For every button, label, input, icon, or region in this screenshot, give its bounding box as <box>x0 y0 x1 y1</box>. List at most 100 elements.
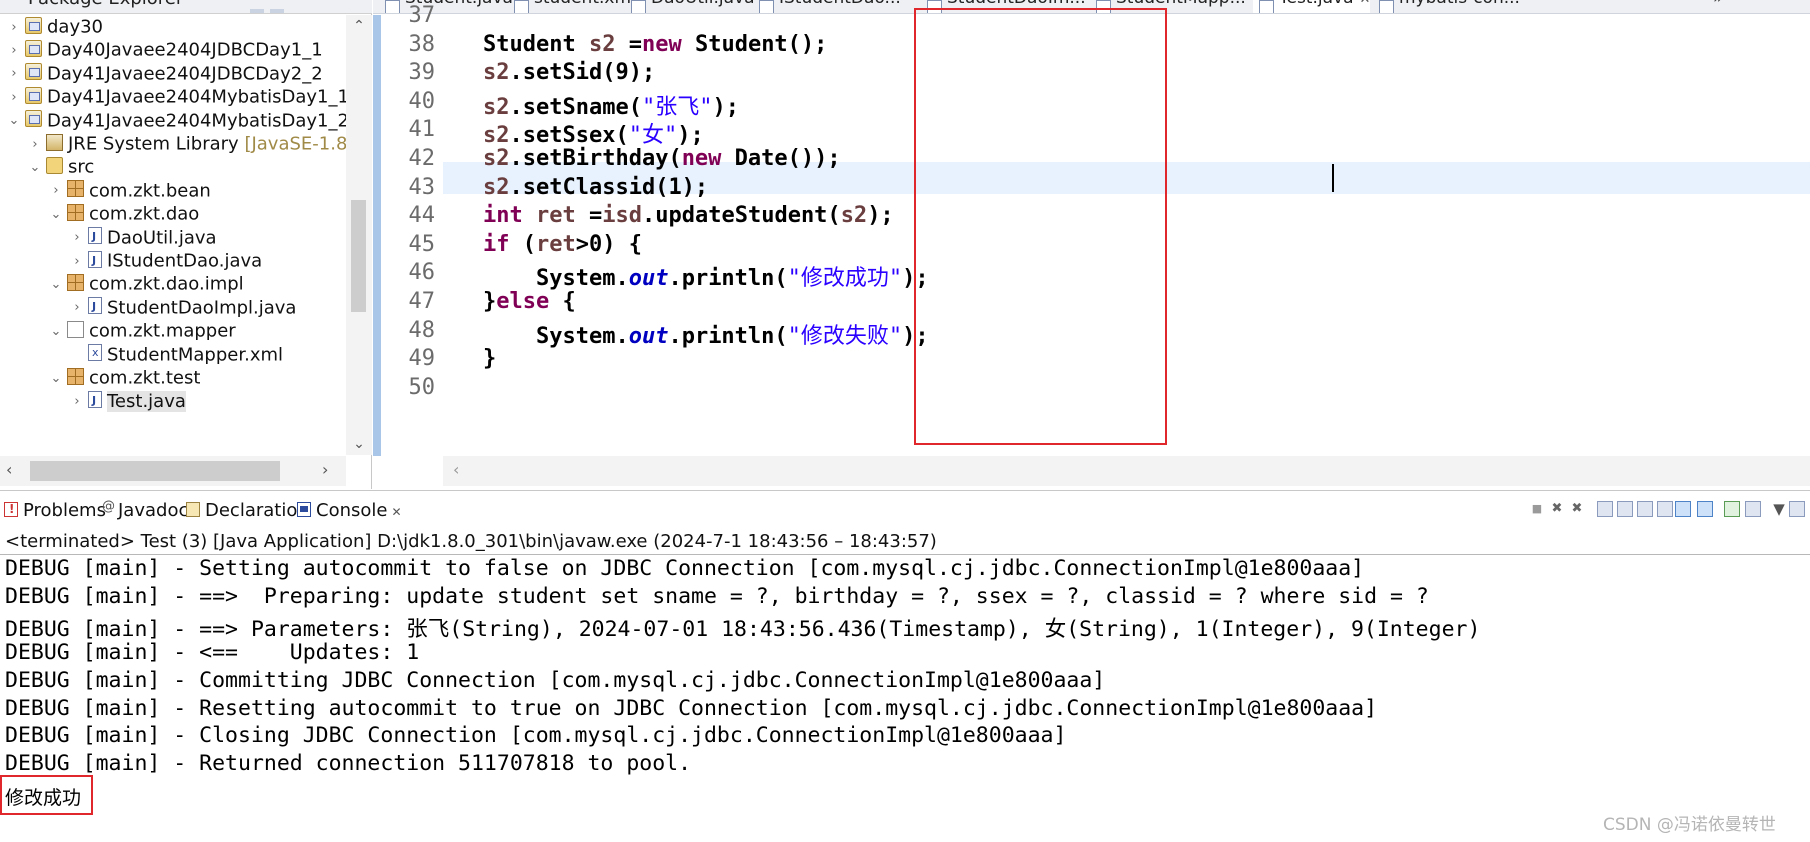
result-annotation-box <box>0 775 93 815</box>
keyword-token: new <box>641 31 682 57</box>
show-on-error-icon[interactable] <box>1657 501 1673 517</box>
line-number: 47 <box>408 289 436 314</box>
field-token: out <box>628 323 669 349</box>
console-view-tab[interactable]: Javadoc <box>102 495 189 523</box>
line-number: 45 <box>408 231 436 257</box>
code-token: Student(); <box>681 31 828 57</box>
package-explorer-close-icon[interactable]: ✕ <box>176 0 187 5</box>
view-menu-icon[interactable] <box>1745 501 1761 517</box>
code-token: .setSsex( <box>509 123 629 149</box>
line-number: 48 <box>408 317 436 343</box>
variable-token: s2 <box>483 146 510 171</box>
console-launch-status: <terminated> Test (3) [Java Application]… <box>0 529 1810 555</box>
code-token: .println( <box>668 323 788 349</box>
code-token: .println( <box>668 266 788 292</box>
editor-tab-label: mybatis-con... <box>1399 0 1520 8</box>
line-number: 37 <box>408 3 436 28</box>
scroll-up-icon[interactable]: ⌃ <box>346 15 372 37</box>
console-view-tab[interactable]: Console ✕ <box>297 499 402 523</box>
maximize-icon[interactable] <box>1789 501 1805 517</box>
keyword-token: new <box>681 146 722 171</box>
editor-tab[interactable]: IStudentDao... <box>753 0 901 13</box>
java-file-icon <box>88 247 102 274</box>
package-icon <box>67 273 84 291</box>
console-view-tab-label: Declaration <box>205 500 309 521</box>
editor-tab[interactable]: DaoUtil.java <box>625 0 755 13</box>
stop-icon[interactable]: ■ <box>1529 501 1545 517</box>
console-output-line: DEBUG [main] - ==> Preparing: update stu… <box>5 583 1429 609</box>
console-output-line: DEBUG [main] - <== Updates: 1 <box>5 639 420 665</box>
code-token: ( <box>509 231 536 257</box>
text-caret <box>1332 164 1334 192</box>
scrollbar-thumb[interactable] <box>30 461 280 481</box>
tree-item-label: Day41Javaee2404MybatisDay1_2 <box>47 110 346 132</box>
editor-tab-label: Test.java <box>1279 0 1354 8</box>
line-number: 42 <box>408 146 436 171</box>
watermark: CSDN @冯诺依曼转世 <box>1603 815 1776 835</box>
console-output-line: DEBUG [main] - Resetting autocommit to t… <box>5 695 1378 721</box>
line-number: 46 <box>408 260 436 286</box>
editor-tab[interactable]: mybatis-con... <box>1373 0 1520 13</box>
scroll-left-icon[interactable]: ‹ <box>453 460 459 479</box>
code-token: Date()); <box>721 146 841 171</box>
console-view-tab[interactable]: Declaration <box>186 499 309 523</box>
variable-token: s2 <box>483 174 510 200</box>
close-tab-icon[interactable]: ✕ <box>1360 0 1371 7</box>
code-token: ); <box>867 203 894 229</box>
package-explorer-horizontal-scrollbar[interactable]: ‹ › <box>0 456 346 486</box>
link-with-editor-icon[interactable] <box>270 9 284 13</box>
scroll-lock-icon[interactable] <box>1597 501 1613 517</box>
code-line: s2.setSname("张飞"); <box>483 89 739 121</box>
package-icon <box>67 203 84 221</box>
remove-all-terminated-icon[interactable]: ✖ <box>1569 501 1585 517</box>
expand-chevron-icon[interactable]: › <box>69 388 85 415</box>
editor-tab[interactable]: student.xml <box>508 0 636 13</box>
editor-horizontal-scrollbar[interactable]: ‹ <box>443 456 1810 486</box>
open-console-icon[interactable] <box>1724 501 1740 517</box>
display-selected-console-icon[interactable] <box>1697 501 1713 517</box>
tree-item-label: com.zkt.mapper <box>89 320 236 342</box>
editor-tab[interactable]: Test.java ✕ <box>1253 0 1371 13</box>
package-explorer: Package Explorer ✕ › day30 › Day40Javaee240… <box>0 0 372 489</box>
java-file-icon <box>88 293 102 320</box>
console-view-tab-label: Console <box>316 500 388 521</box>
keyword-token: int <box>483 203 523 229</box>
console-output[interactable]: DEBUG [main] - Setting autocommit to fal… <box>0 555 1810 842</box>
java-editor: » Student.javastudent.xmlDaoUtil.javaISt… <box>373 0 1810 489</box>
console-view-tab-label: Javadoc <box>118 500 189 521</box>
more-tabs-icon[interactable]: » <box>1713 0 1723 8</box>
variable-token: s2 <box>840 203 868 229</box>
console-view-tab[interactable]: Problems <box>4 497 106 523</box>
project-icon <box>25 16 42 34</box>
string-literal-token: "修改成功" <box>787 266 903 292</box>
tree-item-label: Day41Javaee2404MybatisDay1_1 <box>47 86 346 108</box>
package-explorer-vertical-scrollbar[interactable]: ⌃ ⌄ <box>346 15 372 455</box>
line-number: 41 <box>408 117 436 143</box>
project-icon <box>25 63 42 81</box>
line-number: 40 <box>408 88 436 114</box>
minimize-icon[interactable]: ▼ <box>1771 501 1787 517</box>
code-line: }else { <box>483 289 576 314</box>
close-tab-icon[interactable]: ✕ <box>391 505 401 519</box>
tree-item-label: com.zkt.dao.impl <box>89 273 244 295</box>
word-wrap-icon[interactable] <box>1617 501 1633 517</box>
console-toolbar: ■ ✖ ✖ ▼ <box>1525 501 1810 523</box>
collapse-all-icon[interactable] <box>250 9 264 13</box>
code-line: s2.setSsex("女"); <box>483 117 704 149</box>
project-icon <box>25 86 42 104</box>
scroll-right-icon[interactable]: › <box>322 460 328 479</box>
tree-item[interactable]: › Test.java <box>0 387 186 414</box>
tree-item-label: com.zkt.bean <box>89 180 211 202</box>
line-number-gutter: 37 38 39 40 41 42 43 44 45 46 47 48 49 50 <box>381 3 443 456</box>
package-explorer-title[interactable]: Package Explorer <box>28 0 183 9</box>
console-output-line: DEBUG [main] - Committing JDBC Connectio… <box>5 667 1106 693</box>
remove-launch-icon[interactable]: ✖ <box>1549 501 1565 517</box>
variable-token: ret <box>536 203 576 229</box>
scroll-down-icon[interactable]: ⌄ <box>346 433 372 455</box>
pin-console-icon[interactable] <box>1675 501 1691 517</box>
scrollbar-thumb[interactable] <box>351 200 366 312</box>
console-output-line: DEBUG [main] - ==> Parameters: 张飞(String… <box>5 616 1481 642</box>
console-tab-bar: ■✖✖▼ ProblemsJavadocDeclarationConsole✕ <box>0 491 1810 529</box>
show-on-output-icon[interactable] <box>1637 501 1653 517</box>
scroll-left-icon[interactable]: ‹ <box>6 460 12 479</box>
